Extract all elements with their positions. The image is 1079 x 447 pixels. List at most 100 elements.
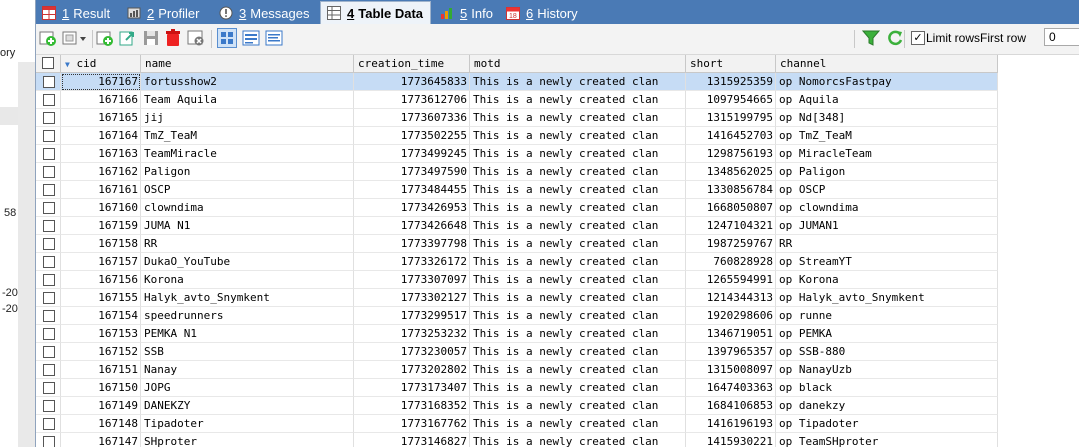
- row-checkbox[interactable]: [43, 112, 55, 124]
- row-checkbox[interactable]: [43, 292, 55, 304]
- table-row[interactable]: 167161 OSCP 1773484455 This is a newly crea…: [36, 181, 998, 199]
- table-row[interactable]: 167158 RR 1773397798 This is a newly create…: [36, 235, 998, 253]
- row-select-cell[interactable]: [36, 433, 61, 447]
- cell-channel[interactable]: op Aquila: [776, 91, 998, 109]
- table-row[interactable]: 167151 Nanay 1773202802 This is a newly cre…: [36, 361, 998, 379]
- limit-rows-checkbox[interactable]: ✓: [911, 31, 925, 45]
- cell-name[interactable]: clowndima: [141, 199, 354, 217]
- refresh-icon[interactable]: [886, 29, 904, 47]
- row-select-cell[interactable]: [36, 73, 61, 91]
- row-select-cell[interactable]: [36, 235, 61, 253]
- cell-name[interactable]: JUMA N1: [141, 217, 354, 235]
- duplicate-row-icon[interactable]: [62, 29, 88, 47]
- cell-creation-time[interactable]: 1773173407: [354, 379, 470, 397]
- cell-channel[interactable]: op NanayUzb: [776, 361, 998, 379]
- cell-cid[interactable]: 167156: [61, 271, 141, 289]
- cell-creation-time[interactable]: 1773484455: [354, 181, 470, 199]
- cell-cid[interactable]: 167155: [61, 289, 141, 307]
- cell-channel[interactable]: op MiracleTeam: [776, 145, 998, 163]
- cell-name[interactable]: Nanay: [141, 361, 354, 379]
- row-select-cell[interactable]: [36, 343, 61, 361]
- cell-cid[interactable]: 167163: [61, 145, 141, 163]
- row-select-cell[interactable]: [36, 397, 61, 415]
- table-row[interactable]: 167148 Tipadoter 1773167762 This is a newly…: [36, 415, 998, 433]
- row-checkbox[interactable]: [43, 310, 55, 322]
- row-checkbox[interactable]: [43, 166, 55, 178]
- row-select-cell[interactable]: [36, 199, 61, 217]
- cell-cid[interactable]: 167151: [61, 361, 141, 379]
- table-row[interactable]: 167147 SHproter 1773146827 This is a newly …: [36, 433, 998, 447]
- row-select-cell[interactable]: [36, 253, 61, 271]
- cell-short[interactable]: 1346719051: [686, 325, 776, 343]
- cell-short[interactable]: 1668050807: [686, 199, 776, 217]
- table-row[interactable]: 167160 clowndima 1773426953 This is a newly…: [36, 199, 998, 217]
- cell-name[interactable]: TeamMiracle: [141, 145, 354, 163]
- row-checkbox[interactable]: [43, 400, 55, 412]
- table-row[interactable]: 167166 Team Aquila 1773612706 This is a new…: [36, 91, 998, 109]
- cell-name[interactable]: Halyk_avto_Snymkent: [141, 289, 354, 307]
- select-all-checkbox[interactable]: [42, 57, 54, 69]
- row-checkbox[interactable]: [43, 220, 55, 232]
- cell-motd[interactable]: This is a newly created clan: [470, 397, 686, 415]
- row-select-cell[interactable]: [36, 163, 61, 181]
- column-header-channel[interactable]: channel: [776, 55, 998, 72]
- cell-creation-time[interactable]: 1773497590: [354, 163, 470, 181]
- cell-creation-time[interactable]: 1773499245: [354, 145, 470, 163]
- filter-icon[interactable]: [861, 29, 881, 47]
- select-all-header[interactable]: [36, 55, 61, 72]
- cell-cid[interactable]: 167157: [61, 253, 141, 271]
- cell-channel[interactable]: op Halyk_avto_Snymkent: [776, 289, 998, 307]
- cell-motd[interactable]: This is a newly created clan: [470, 289, 686, 307]
- row-checkbox[interactable]: [43, 328, 55, 340]
- cell-motd[interactable]: This is a newly created clan: [470, 325, 686, 343]
- table-row[interactable]: 167164 TmZ_TeaM 1773502255 This is a newly …: [36, 127, 998, 145]
- cell-name[interactable]: TmZ_TeaM: [141, 127, 354, 145]
- column-header-short[interactable]: short: [686, 55, 776, 72]
- cell-channel[interactable]: op OSCP: [776, 181, 998, 199]
- column-header-creation-time[interactable]: creation_time: [354, 55, 470, 72]
- cell-motd[interactable]: This is a newly created clan: [470, 235, 686, 253]
- cell-channel[interactable]: RR: [776, 235, 998, 253]
- cell-channel[interactable]: op Nd[348]: [776, 109, 998, 127]
- cell-short[interactable]: 1298756193: [686, 145, 776, 163]
- cell-creation-time[interactable]: 1773167762: [354, 415, 470, 433]
- row-select-cell[interactable]: [36, 271, 61, 289]
- cell-channel[interactable]: op Tipadoter: [776, 415, 998, 433]
- cell-name[interactable]: DANEKZY: [141, 397, 354, 415]
- cell-name[interactable]: Paligon: [141, 163, 354, 181]
- row-checkbox[interactable]: [43, 256, 55, 268]
- table-row[interactable]: 167157 DukaO_YouTube 1773326172 This is a n…: [36, 253, 998, 271]
- cell-short[interactable]: 1415930221: [686, 433, 776, 447]
- row-checkbox[interactable]: [43, 148, 55, 160]
- cell-cid[interactable]: 167152: [61, 343, 141, 361]
- cell-short[interactable]: 1315925359: [686, 73, 776, 91]
- cell-name[interactable]: fortusshow2: [141, 73, 354, 91]
- cell-motd[interactable]: This is a newly created clan: [470, 415, 686, 433]
- cell-creation-time[interactable]: 1773502255: [354, 127, 470, 145]
- cell-name[interactable]: SSB: [141, 343, 354, 361]
- cell-creation-time[interactable]: 1773230057: [354, 343, 470, 361]
- tab-messages[interactable]: 3 Messages: [219, 2, 309, 24]
- cell-cid[interactable]: 167159: [61, 217, 141, 235]
- cell-motd[interactable]: This is a newly created clan: [470, 217, 686, 235]
- table-row[interactable]: 167162 Paligon 1773497590 This is a newly c…: [36, 163, 998, 181]
- table-row[interactable]: 167153 PEMKA N1 1773253232 This is a newly …: [36, 325, 998, 343]
- cell-name[interactable]: PEMKA N1: [141, 325, 354, 343]
- row-checkbox[interactable]: [43, 382, 55, 394]
- cell-short[interactable]: 1097954665: [686, 91, 776, 109]
- cell-motd[interactable]: This is a newly created clan: [470, 163, 686, 181]
- table-row[interactable]: 167154 speedrunners 1773299517 This is a ne…: [36, 307, 998, 325]
- row-checkbox[interactable]: [43, 364, 55, 376]
- cell-short[interactable]: 1348562025: [686, 163, 776, 181]
- cell-channel[interactable]: op runne: [776, 307, 998, 325]
- row-select-cell[interactable]: [36, 217, 61, 235]
- cell-short[interactable]: 1684106853: [686, 397, 776, 415]
- save-icon[interactable]: [142, 29, 160, 47]
- cell-channel[interactable]: op TmZ_TeaM: [776, 127, 998, 145]
- cell-motd[interactable]: This is a newly created clan: [470, 307, 686, 325]
- row-checkbox[interactable]: [43, 274, 55, 286]
- row-checkbox[interactable]: [43, 436, 55, 447]
- cell-channel[interactable]: op black: [776, 379, 998, 397]
- tab-info[interactable]: 5 Info: [440, 2, 493, 24]
- cell-creation-time[interactable]: 1773607336: [354, 109, 470, 127]
